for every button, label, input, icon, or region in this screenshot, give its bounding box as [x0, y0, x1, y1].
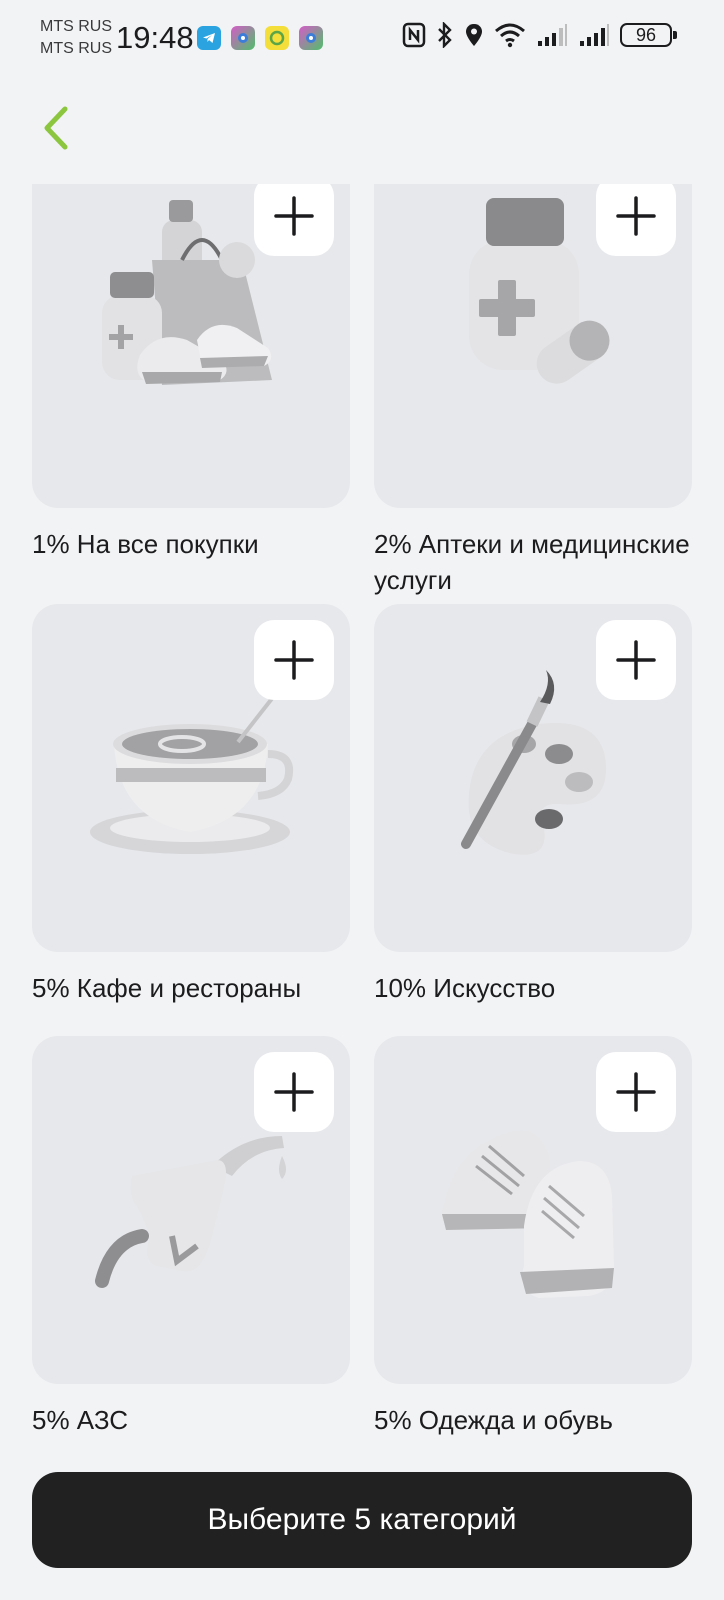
app-icon-3	[299, 26, 323, 50]
category-tile[interactable]	[374, 184, 692, 508]
plus-icon	[616, 1072, 656, 1112]
notification-icons	[197, 26, 323, 50]
category-card[interactable]: 2% Аптеки и медицинские услуги	[374, 184, 692, 598]
category-label: 10% Искусство	[374, 973, 556, 1003]
carrier-info: MTS RUS MTS RUS	[40, 16, 112, 60]
chevron-left-icon	[44, 106, 68, 150]
back-button[interactable]	[36, 100, 76, 156]
category-label: 5% АЗС	[32, 1405, 129, 1435]
category-label: 2% Аптеки и медицинские услуги	[374, 529, 690, 595]
add-category-button[interactable]	[596, 620, 676, 700]
battery-indicator: 96	[620, 23, 677, 47]
category-tile[interactable]	[32, 184, 350, 508]
signal-icon	[538, 24, 567, 46]
location-icon	[466, 24, 482, 46]
category-list[interactable]: 1% На все покупки 2% Аптеки и медицински…	[0, 184, 724, 1444]
clock: 19:48	[116, 20, 194, 55]
plus-icon	[616, 196, 656, 236]
add-category-button[interactable]	[596, 1052, 676, 1132]
category-label: 5% Одежда и обувь	[374, 1405, 613, 1435]
telegram-icon	[197, 26, 221, 50]
category-label: 1% На все покупки	[32, 529, 259, 559]
add-category-button[interactable]	[596, 184, 676, 256]
category-card[interactable]: 5% Одежда и обувь	[374, 1036, 692, 1438]
select-categories-button[interactable]: Выберите 5 категорий	[32, 1472, 692, 1568]
category-label: 5% Кафе и рестораны	[32, 973, 302, 1003]
add-category-button[interactable]	[254, 184, 334, 256]
category-card[interactable]: 1% На все покупки	[32, 184, 350, 562]
category-card[interactable]: 10% Искусство	[374, 604, 692, 1006]
category-tile[interactable]	[32, 604, 350, 952]
bluetooth-icon	[438, 22, 452, 48]
category-tile[interactable]	[374, 1036, 692, 1384]
nfc-icon	[402, 22, 426, 48]
app-icon-1	[231, 26, 255, 50]
category-card[interactable]: 5% АЗС	[32, 1036, 350, 1438]
status-bar: MTS RUS MTS RUS 19:48 96	[0, 0, 724, 80]
category-tile[interactable]	[32, 1036, 350, 1384]
plus-icon	[616, 640, 656, 680]
carrier-1: MTS RUS	[40, 18, 112, 35]
app-icon-2	[265, 26, 289, 50]
carrier-2: MTS RUS	[40, 40, 112, 57]
plus-icon	[274, 196, 314, 236]
add-category-button[interactable]	[254, 1052, 334, 1132]
category-tile[interactable]	[374, 604, 692, 952]
system-icons: 96	[402, 22, 677, 48]
wifi-icon	[495, 23, 525, 48]
plus-icon	[274, 640, 314, 680]
plus-icon	[274, 1072, 314, 1112]
category-card[interactable]: 5% Кафе и рестораны	[32, 604, 350, 1006]
signal-icon	[580, 24, 609, 46]
add-category-button[interactable]	[254, 620, 334, 700]
